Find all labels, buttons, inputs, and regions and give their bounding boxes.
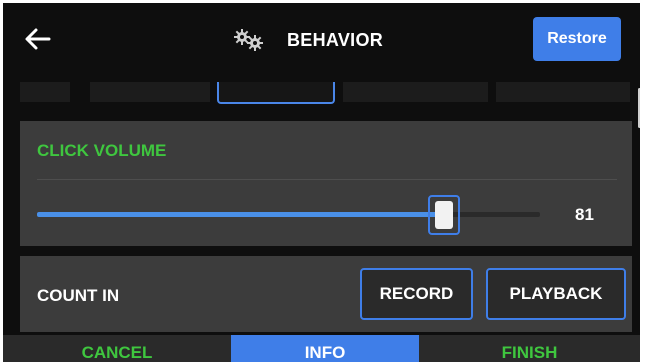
page-title: BEHAVIOR: [287, 29, 384, 50]
tab-item[interactable]: [496, 82, 630, 102]
tab-item[interactable]: [90, 82, 210, 102]
gears-icon: [234, 29, 263, 51]
record-button[interactable]: RECORD: [360, 268, 473, 320]
slider-fill: [37, 212, 445, 217]
tab-item-selected[interactable]: [217, 82, 335, 104]
click-volume-label: CLICK VOLUME: [37, 141, 167, 160]
tab-strip: [20, 82, 630, 106]
cancel-button[interactable]: CANCEL: [3, 335, 231, 362]
slider-thumb[interactable]: [428, 195, 461, 235]
divider: [37, 179, 617, 180]
behavior-screen: BEHAVIOR Restore CLICK VOLUME 81 COUNT I…: [3, 3, 640, 362]
click-volume-value: 81: [575, 205, 594, 224]
restore-button[interactable]: Restore: [533, 17, 621, 61]
click-volume-slider[interactable]: [37, 195, 540, 235]
header-bar: BEHAVIOR Restore: [3, 3, 640, 76]
slider-thumb-knob: [435, 201, 454, 229]
footer-bar: CANCEL INFO FINISH: [3, 335, 640, 362]
arrow-left-icon[interactable]: [23, 24, 53, 54]
tab-item[interactable]: [20, 82, 70, 102]
tab-item[interactable]: [343, 82, 488, 102]
scrollbar-thumb[interactable]: [638, 88, 640, 128]
finish-button[interactable]: FINISH: [419, 335, 640, 362]
count-in-label: COUNT IN: [37, 286, 120, 305]
count-in-panel: COUNT IN RECORD PLAYBACK: [20, 256, 632, 332]
title-group: BEHAVIOR: [233, 28, 383, 52]
playback-button[interactable]: PLAYBACK: [486, 268, 626, 320]
info-button[interactable]: INFO: [231, 335, 419, 362]
click-volume-panel: CLICK VOLUME 81: [20, 121, 632, 246]
